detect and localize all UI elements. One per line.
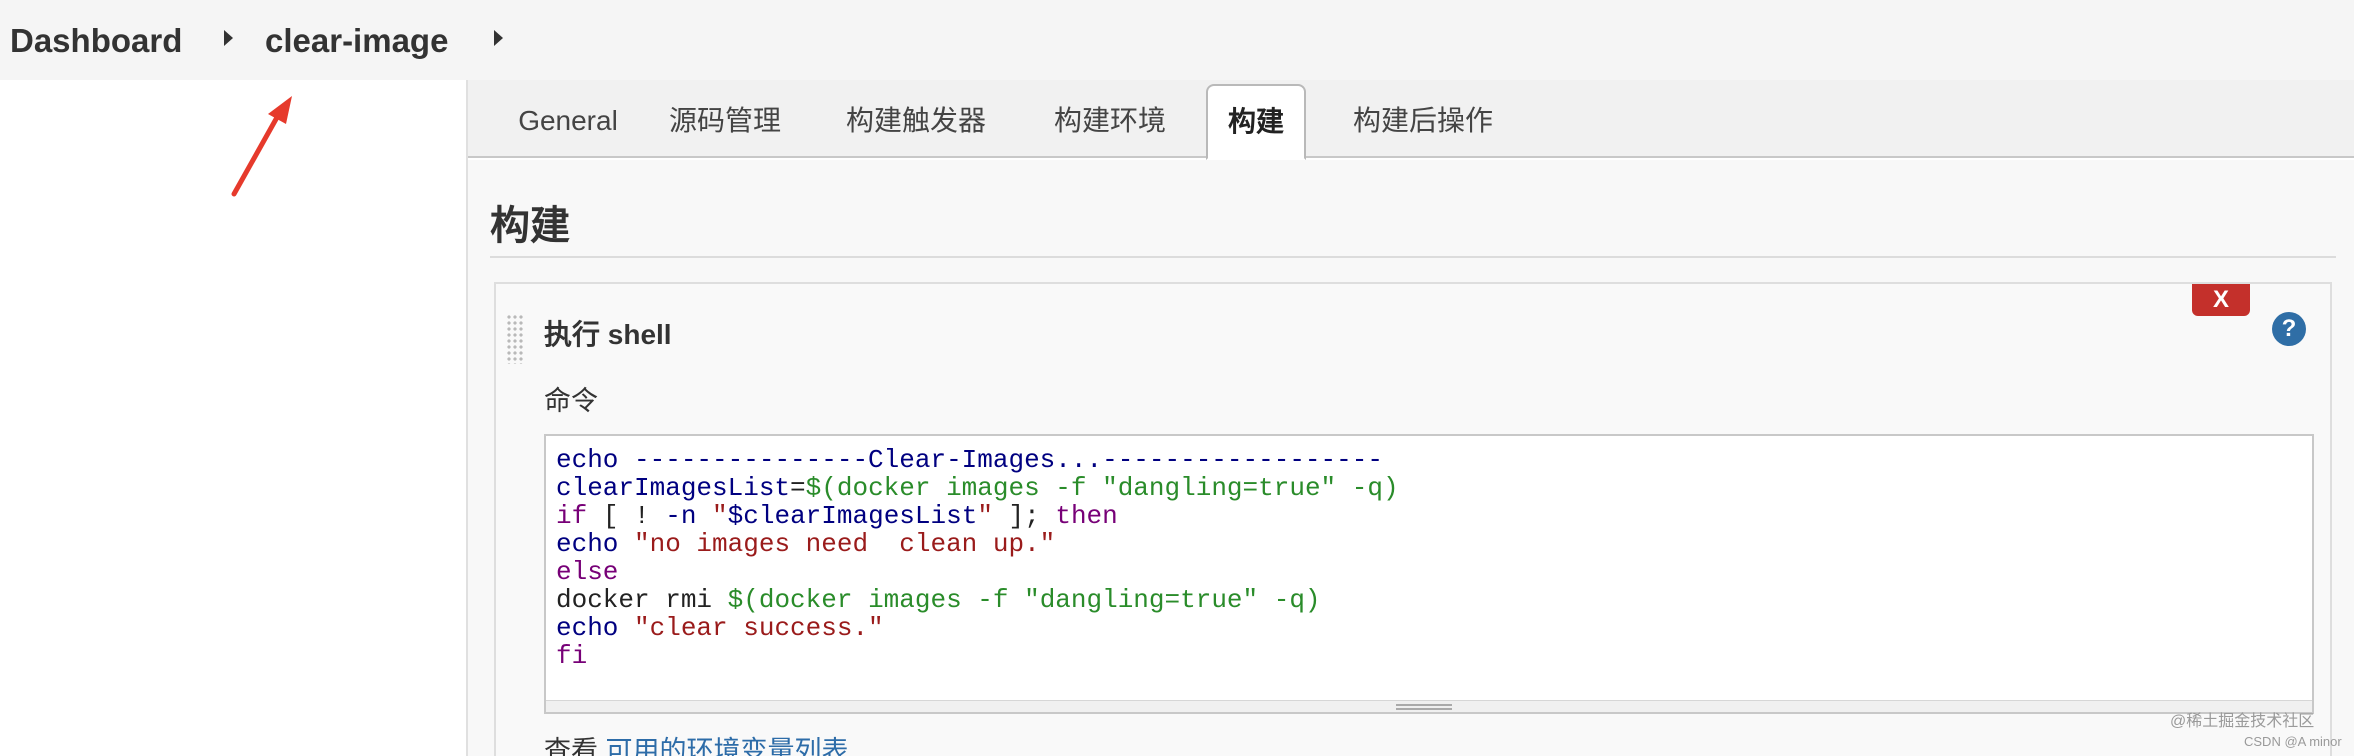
command-textarea[interactable]: echo ---------------Clear-Images...-----… (544, 434, 2314, 714)
code-token: " (977, 501, 993, 531)
tab-general[interactable]: General (508, 80, 628, 158)
code-token: = (790, 473, 806, 503)
app-root: Dashboard clear-image General 源码管理 构建触发器… (0, 0, 2354, 756)
resize-grip-icon[interactable] (1396, 704, 1452, 710)
code-token: if (556, 501, 588, 531)
code-token: then (1055, 501, 1118, 531)
code-token: " (696, 501, 728, 531)
code-line: echo ---------------Clear-Images...-----… (556, 446, 1399, 474)
config-tabbar: General 源码管理 构建触发器 构建环境 构建 构建后操作 (468, 80, 2354, 160)
code-token: echo (556, 613, 635, 643)
build-step-execute-shell: 执行 shell X ? 命令 echo ---------------Clea… (494, 282, 2332, 756)
code-line: docker rmi $(docker images -f "dangling=… (556, 586, 1399, 614)
code-token: ---------------Clear-Images...----------… (634, 445, 1383, 475)
breadcrumb-chevron-icon[interactable] (494, 30, 503, 46)
code-line: if [ ! -n "$clearImagesList" ]; then (556, 502, 1399, 530)
build-step-title: 执行 shell (544, 319, 672, 350)
env-vars-prefix: 查看 (544, 736, 606, 756)
watermark-text-secondary: CSDN @A minor (2244, 734, 2342, 749)
breadcrumb-dashboard-link[interactable]: Dashboard (10, 20, 182, 62)
breadcrumb-job-link[interactable]: clear-image (265, 20, 448, 62)
tab-source-control[interactable]: 源码管理 (666, 80, 784, 158)
tab-build-triggers[interactable]: 构建触发器 (842, 80, 990, 158)
code-token: echo (556, 445, 635, 475)
annotation-arrow-icon (231, 96, 292, 197)
drag-handle-icon[interactable] (506, 314, 524, 364)
breadcrumb: Dashboard clear-image (0, 0, 2354, 80)
env-vars-link[interactable]: 可用的环境变量列表 (606, 736, 849, 756)
code-token: else (556, 557, 619, 587)
code-token: $(docker images -f "dangling=true" -q) (727, 585, 1321, 615)
help-icon[interactable]: ? (2272, 312, 2306, 346)
command-code[interactable]: echo ---------------Clear-Images...-----… (556, 446, 1399, 670)
code-token: echo (556, 529, 635, 559)
code-token: ]; (992, 501, 1056, 531)
code-token: clearImagesList (556, 473, 791, 503)
delete-step-button[interactable]: X (2192, 284, 2250, 316)
code-line: clearImagesList=$(docker images -f "dang… (556, 474, 1399, 502)
code-token: [ ! (587, 501, 666, 531)
watermark-text: @稀土掘金技术社区 (2170, 713, 2315, 730)
code-token: "no images need clean up." (634, 529, 1056, 559)
code-line: fi (556, 642, 1399, 670)
code-token: docker rmi (556, 585, 728, 615)
tab-post-build-actions[interactable]: 构建后操作 (1348, 80, 1498, 158)
code-line: echo "clear success." (556, 614, 1399, 642)
code-line: echo "no images need clean up." (556, 530, 1399, 558)
code-token: $(docker images -f "dangling=true" -q) (805, 473, 1399, 503)
env-vars-line: 查看 可用的环境变量列表 (544, 734, 849, 756)
tab-build[interactable]: 构建 (1206, 84, 1306, 160)
code-token: $clearImagesList (727, 501, 978, 531)
code-line: else (556, 558, 1399, 586)
code-token: -n (665, 501, 697, 531)
section-title: 构建 (490, 204, 570, 248)
code-token: "clear success." (634, 613, 884, 643)
breadcrumb-chevron-icon[interactable] (224, 30, 233, 46)
textarea-resize-bar[interactable] (546, 700, 2312, 712)
code-token: fi (556, 641, 588, 671)
section-divider (490, 256, 2336, 258)
tab-build-environment[interactable]: 构建环境 (1050, 80, 1170, 158)
command-label: 命令 (544, 386, 598, 416)
